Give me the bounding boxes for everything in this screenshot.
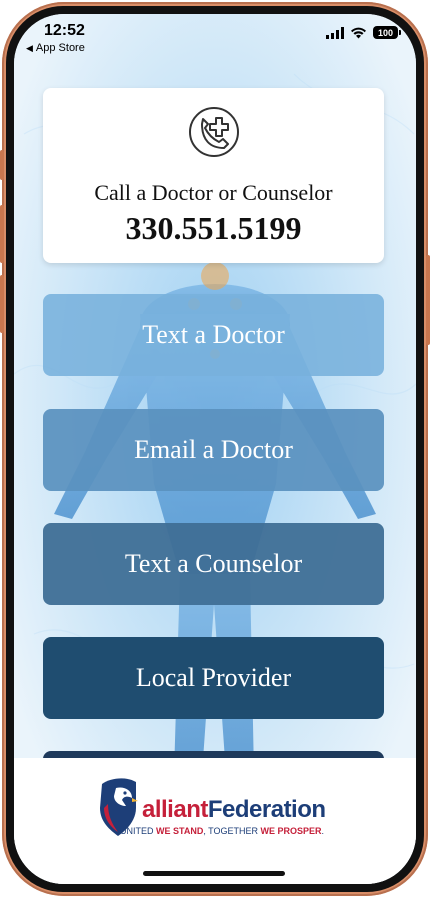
call-doctor-card[interactable]: Call a Doctor or Counselor 330.551.5199: [43, 88, 384, 263]
text-counselor-button[interactable]: Text a Counselor: [43, 523, 384, 605]
cellular-signal-icon: [326, 26, 344, 39]
back-to-app-link[interactable]: ◀ App Store: [26, 42, 85, 54]
battery-icon: 100: [373, 26, 401, 39]
status-icons: 100: [326, 26, 401, 39]
footer: alliantFederation UNITED WE STAND, TOGET…: [14, 758, 416, 884]
power-button: [426, 255, 430, 345]
alliant-federation-logo: alliantFederation UNITED WE STAND, TOGET…: [96, 774, 336, 844]
logo-word-federation: Federation: [207, 796, 326, 823]
volume-up-button: [0, 205, 4, 263]
logo-word-alliant: alliant: [142, 796, 208, 823]
back-app-label: App Store: [35, 42, 85, 54]
text-doctor-button[interactable]: Text a Doctor: [43, 294, 384, 376]
email-doctor-button[interactable]: Email a Doctor: [43, 409, 384, 491]
call-card-title: Call a Doctor or Counselor: [94, 180, 333, 205]
phone-number[interactable]: 330.551.5199: [43, 210, 384, 247]
logo-wordmark: alliantFederation: [142, 796, 326, 824]
back-arrow-icon: ◀: [26, 43, 33, 53]
logo-tagline: UNITED WE STAND, TOGETHER WE PROSPER.: [120, 826, 325, 836]
home-indicator[interactable]: [143, 871, 285, 876]
action-button: [0, 150, 4, 180]
status-bar: 12:52 ◀ App Store 100: [14, 14, 416, 70]
local-provider-button[interactable]: Local Provider: [43, 637, 384, 719]
screen: 12:52 ◀ App Store 100 Call a Doctor or C…: [14, 14, 416, 884]
clock: 12:52: [44, 22, 85, 39]
volume-down-button: [0, 275, 4, 333]
wifi-icon: [351, 27, 366, 38]
phone-medical-cross-icon: [189, 107, 239, 157]
